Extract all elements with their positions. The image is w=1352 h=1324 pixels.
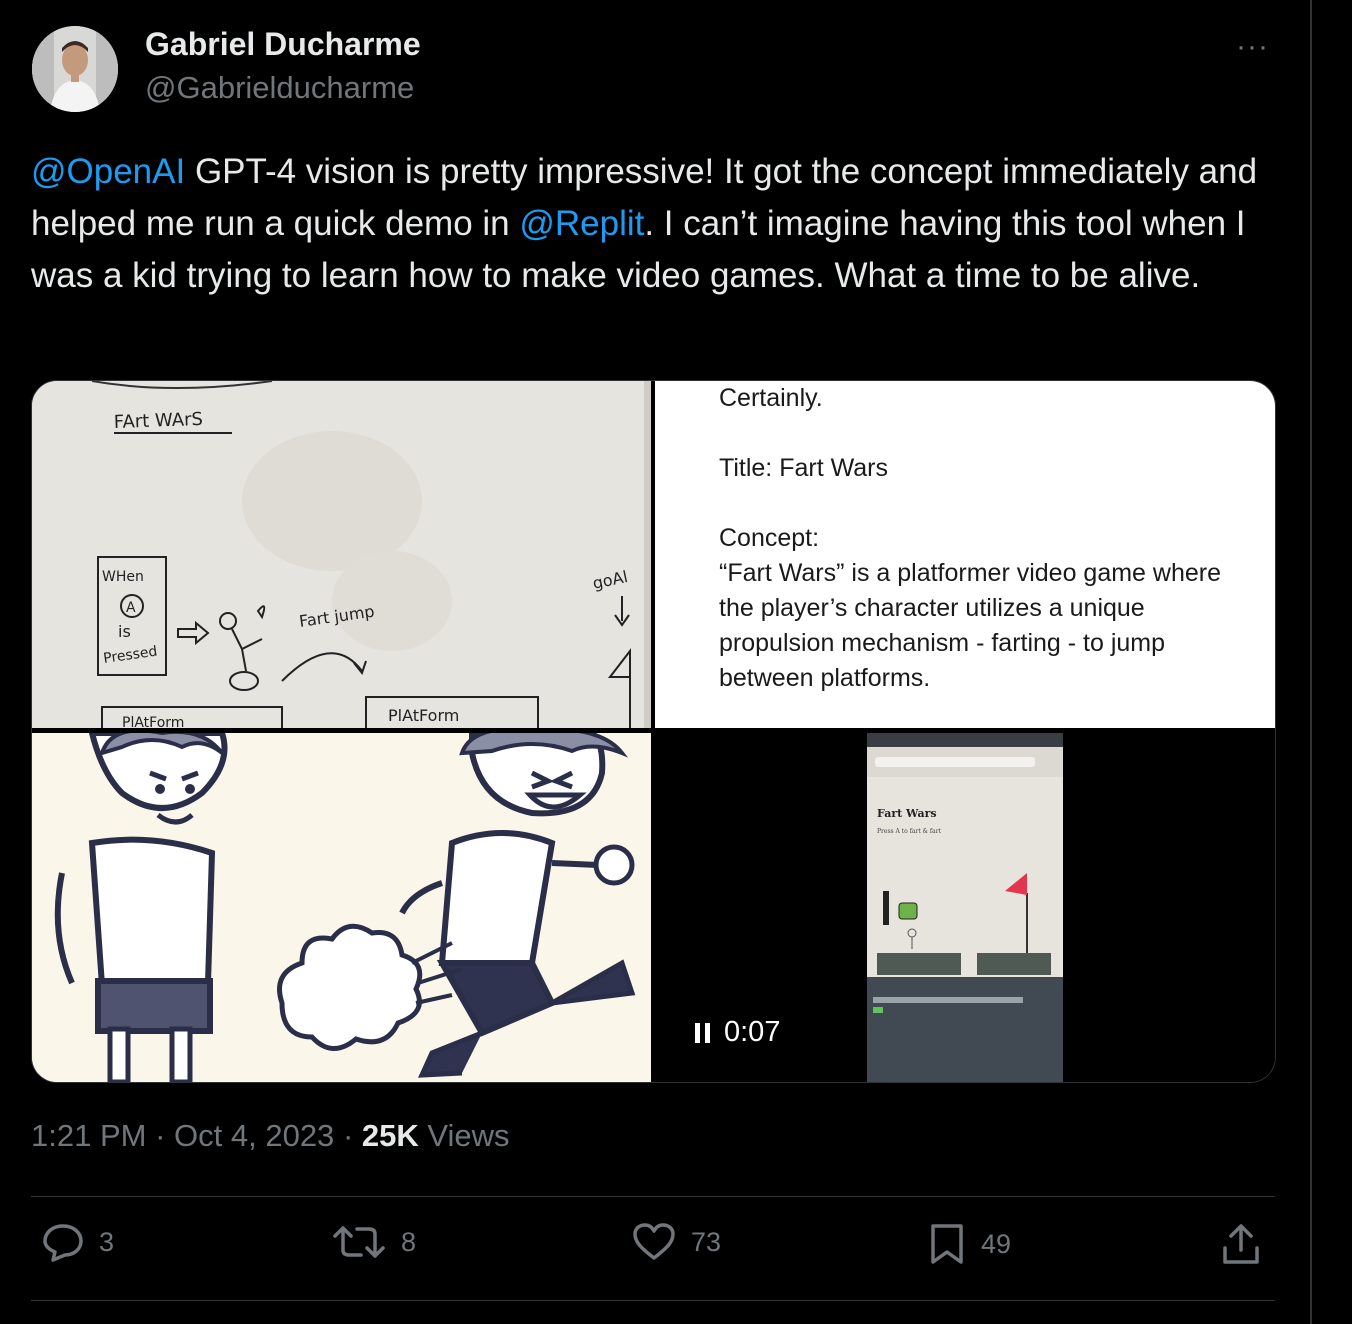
action-bar: 3 8 73 49 [31,1222,1275,1278]
mention-replit[interactable]: @Replit [519,204,644,243]
views-label: Views [427,1118,510,1153]
sketch-title: FArt WArS [113,409,203,433]
bookmark-count: 49 [981,1228,1012,1259]
response-line-concept-label: Concept: [719,524,820,552]
divider [31,1300,1275,1301]
tweet-time[interactable]: 1:21 PM [31,1118,146,1153]
like-count: 73 [691,1226,722,1257]
reply-button[interactable]: 3 [41,1222,114,1262]
mention-openai[interactable]: @OpenAI [31,152,185,191]
sketch-platform-left: PlAtForm [122,715,184,728]
share-button[interactable] [1221,1222,1261,1266]
reply-count: 3 [99,1226,115,1257]
sketch-is: is [118,622,131,641]
pause-icon[interactable] [695,1022,710,1043]
meta-separator: · [155,1118,166,1153]
tweet-text: @OpenAI GPT-4 vision is pretty impressiv… [31,146,1281,302]
heart-icon [633,1223,675,1260]
bookmark-button[interactable]: 49 [927,1222,1011,1266]
more-options-icon[interactable]: ··· [1236,30,1269,64]
response-line-title: Title: Fart Wars [719,454,888,482]
retweet-button[interactable]: 8 [331,1222,416,1262]
tweet-meta: 1:21 PM · Oct 4, 2023 · 25K Views [31,1118,510,1154]
author-handle[interactable]: @Gabrielducharme [145,70,414,106]
response-line-certainly: Certainly. [719,384,823,412]
sketch-a: A [126,600,136,616]
media-response-text[interactable]: Certainly. Title: Fart Wars Concept: “Fa… [655,381,1275,728]
views-count: 25K [361,1118,419,1153]
media-cartoon-image[interactable] [32,733,651,1082]
avatar[interactable] [32,26,118,112]
media-grid: FArt WArS WHen A is Pressed Fart jump Pl… [31,380,1276,1083]
media-video[interactable]: Fart Wars Press A to fart & fart 0:07 [655,733,1275,1082]
reply-icon [43,1224,83,1262]
tweet-date[interactable]: Oct 4, 2023 [174,1118,334,1153]
divider [31,1196,1275,1197]
share-icon [1223,1224,1259,1264]
like-button[interactable]: 73 [631,1222,721,1262]
bookmark-icon [931,1224,963,1264]
timeline-border [1310,0,1312,1324]
author-name[interactable]: Gabriel Ducharme [145,26,421,63]
response-line-concept: “Fart Wars” is a platformer video game w… [719,559,1222,692]
video-game-hint: Press A to fart & fart [877,828,942,835]
video-time: 0:07 [724,1016,781,1048]
retweet-icon [333,1226,385,1258]
retweet-count: 8 [401,1226,417,1257]
sketch-when: WHen [102,569,144,585]
video-game-title: Fart Wars [877,807,937,820]
video-time-indicator: 0:07 [695,1016,780,1049]
sketch-platform: PlAtForm [388,706,459,725]
media-sketch-image[interactable]: FArt WArS WHen A is Pressed Fart jump Pl… [32,381,651,728]
meta-separator: · [342,1118,354,1153]
